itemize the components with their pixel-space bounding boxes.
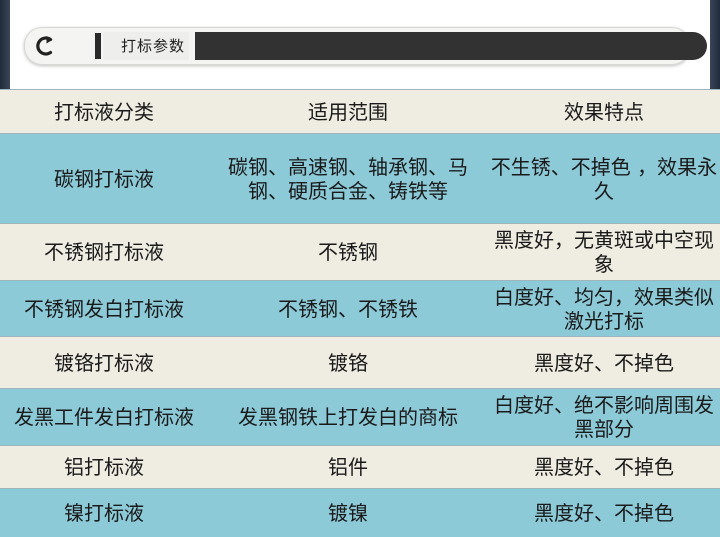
table-cell-scope: 发黑钢铁上打发白的商标 <box>208 388 488 446</box>
table-cell-category: 不锈钢发白打标液 <box>0 280 208 337</box>
back-arrow-icon[interactable] <box>31 31 61 61</box>
table-row: 铝打标液 铝件 黑度好、不掉色 <box>0 445 720 489</box>
table-header-row: 打标液分类 适用范围 效果特点 <box>0 89 720 134</box>
table-cell-category: 碳钢打标液 <box>0 133 208 224</box>
table-cell-scope: 镀镍 <box>208 488 488 537</box>
table-row: 不锈钢打标液 不锈钢 黑度好，无黄斑或中空现象 <box>0 223 720 281</box>
table-cell-category: 镍打标液 <box>0 488 208 537</box>
table-cell-effect: 白度好、均匀，效果类似激光打标 <box>488 280 720 337</box>
column-header-effect: 效果特点 <box>488 89 720 134</box>
table-cell-scope: 铝件 <box>208 445 488 489</box>
table-cell-category: 镀铬打标液 <box>0 336 208 389</box>
table-cell-effect: 不生锈、不掉色 ，效果永久 <box>488 133 720 224</box>
table-row: 镀铬打标液 镀铬 黑度好、不掉色 <box>0 336 720 389</box>
section-title-bar: 打标参数 <box>24 27 707 65</box>
table-row: 不锈钢发白打标液 不锈钢、不锈铁 白度好、均匀，效果类似激光打标 <box>0 280 720 337</box>
table-row: 镍打标液 镀镍 黑度好、不掉色 <box>0 488 720 537</box>
title-accent-bar <box>95 33 101 59</box>
table-cell-scope: 不锈钢、不锈铁 <box>208 280 488 337</box>
marking-params-table: 打标液分类 适用范围 效果特点 碳钢打标液 碳钢、高速钢、轴承钢、马钢、硬质合金… <box>0 89 720 537</box>
table-cell-scope: 镀铬 <box>208 336 488 389</box>
table-cell-category: 不锈钢打标液 <box>0 223 208 281</box>
column-header-scope: 适用范围 <box>208 89 488 134</box>
table-cell-scope: 碳钢、高速钢、轴承钢、马钢、硬质合金、铸铁等 <box>208 133 488 224</box>
title-decor-strip <box>195 32 707 60</box>
table-cell-effect: 黑度好、不掉色 <box>488 445 720 489</box>
table-cell-effect: 黑度好、不掉色 <box>488 336 720 389</box>
column-header-category: 打标液分类 <box>0 89 208 134</box>
table-cell-effect: 黑度好，无黄斑或中空现象 <box>488 223 720 281</box>
table-cell-effect: 白度好、绝不影响周围发黑部分 <box>488 388 720 446</box>
section-title: 打标参数 <box>103 32 190 60</box>
frame-right-edge <box>710 0 720 90</box>
table-row: 发黑工件发白打标液 发黑钢铁上打发白的商标 白度好、绝不影响周围发黑部分 <box>0 388 720 446</box>
table-cell-category: 发黑工件发白打标液 <box>0 388 208 446</box>
table-cell-scope: 不锈钢 <box>208 223 488 281</box>
frame-left-edge <box>0 0 10 90</box>
table-cell-category: 铝打标液 <box>0 445 208 489</box>
table-cell-effect: 黑度好、不掉色 <box>488 488 720 537</box>
table-row: 碳钢打标液 碳钢、高速钢、轴承钢、马钢、硬质合金、铸铁等 不生锈、不掉色 ，效果… <box>0 133 720 224</box>
